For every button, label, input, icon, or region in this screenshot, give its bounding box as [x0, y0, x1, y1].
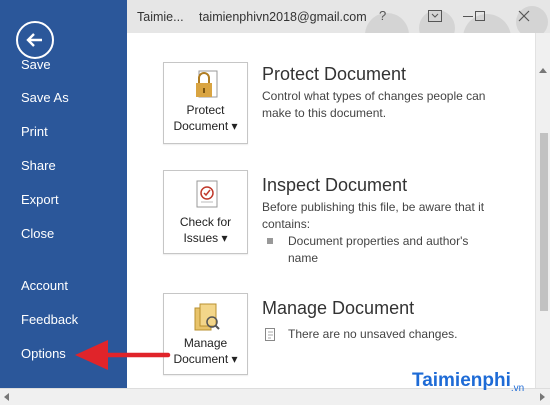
inspect-document-bullet: Document properties and author's name — [288, 234, 469, 265]
watermark-suffix: .vn — [510, 382, 525, 394]
sidebar-item-share[interactable]: Share — [0, 152, 127, 180]
back-button[interactable] — [16, 21, 54, 59]
close-icon[interactable] — [516, 8, 532, 24]
protect-document-title: Protect Document — [262, 64, 407, 84]
vertical-scroll-thumb[interactable] — [540, 133, 548, 311]
help-button[interactable]: ? — [379, 8, 386, 23]
inspect-document-title: Inspect Document — [262, 175, 408, 195]
maximize-icon[interactable] — [472, 8, 488, 24]
sidebar-item-account[interactable]: Account — [0, 272, 127, 300]
check-for-issues-label-line1: Check for — [179, 215, 232, 229]
scroll-up-arrow-icon[interactable] — [539, 67, 547, 75]
sidebar-item-save[interactable]: Save — [0, 60, 127, 72]
check-for-issues-label-line2: Issues ▾ — [183, 231, 228, 245]
manage-document-label-line2: Document ▾ — [173, 352, 238, 366]
inspect-document-description: Before publishing this file, be aware th… — [262, 200, 485, 231]
protect-document-button[interactable]: Protect Document ▾ — [163, 62, 248, 144]
padlock-document-icon — [196, 70, 218, 98]
annotation-arrow-icon — [75, 340, 171, 370]
bullet-square-icon — [267, 238, 273, 244]
sidebar-item-save-as[interactable]: Save As — [0, 84, 127, 112]
watermark-text: Taimienphi — [412, 370, 511, 391]
sidebar-item-close[interactable]: Close — [0, 220, 127, 248]
vertical-scrollbar[interactable] — [535, 33, 550, 388]
document-status-icon — [265, 328, 275, 341]
back-arrow-icon — [26, 33, 42, 47]
sidebar-item-export[interactable]: Export — [0, 186, 127, 214]
scroll-right-arrow-icon[interactable] — [538, 393, 546, 401]
manage-document-status: There are no unsaved changes. — [288, 327, 458, 341]
inspect-document-icon — [196, 180, 218, 208]
manage-document-label-line1: Manage — [183, 336, 228, 350]
sidebar-item-feedback[interactable]: Feedback — [0, 306, 127, 334]
manage-document-title: Manage Document — [262, 298, 415, 318]
scroll-left-arrow-icon[interactable] — [3, 393, 11, 401]
watermark-logo: Taimienphi.vn — [412, 370, 524, 394]
manage-document-button[interactable]: Manage Document ▾ — [163, 293, 248, 375]
title-bar: Taimie... taimienphivn2018@gmail.com ? — [127, 0, 550, 33]
window-title: Taimie... — [137, 10, 184, 24]
check-for-issues-button[interactable]: Check for Issues ▾ — [163, 170, 248, 254]
backstage-sidebar: Save Save As Print Share Export Close Ac… — [0, 0, 127, 388]
account-email[interactable]: taimienphivn2018@gmail.com — [199, 10, 367, 24]
ribbon-display-options-icon[interactable] — [427, 8, 443, 24]
manage-document-icon — [194, 303, 220, 331]
protect-document-label-line1: Protect — [186, 103, 225, 117]
sidebar-item-print[interactable]: Print — [0, 118, 127, 146]
protect-document-description: Control what types of changes people can… — [262, 89, 486, 120]
protect-document-label-line2: Document ▾ — [173, 119, 238, 133]
